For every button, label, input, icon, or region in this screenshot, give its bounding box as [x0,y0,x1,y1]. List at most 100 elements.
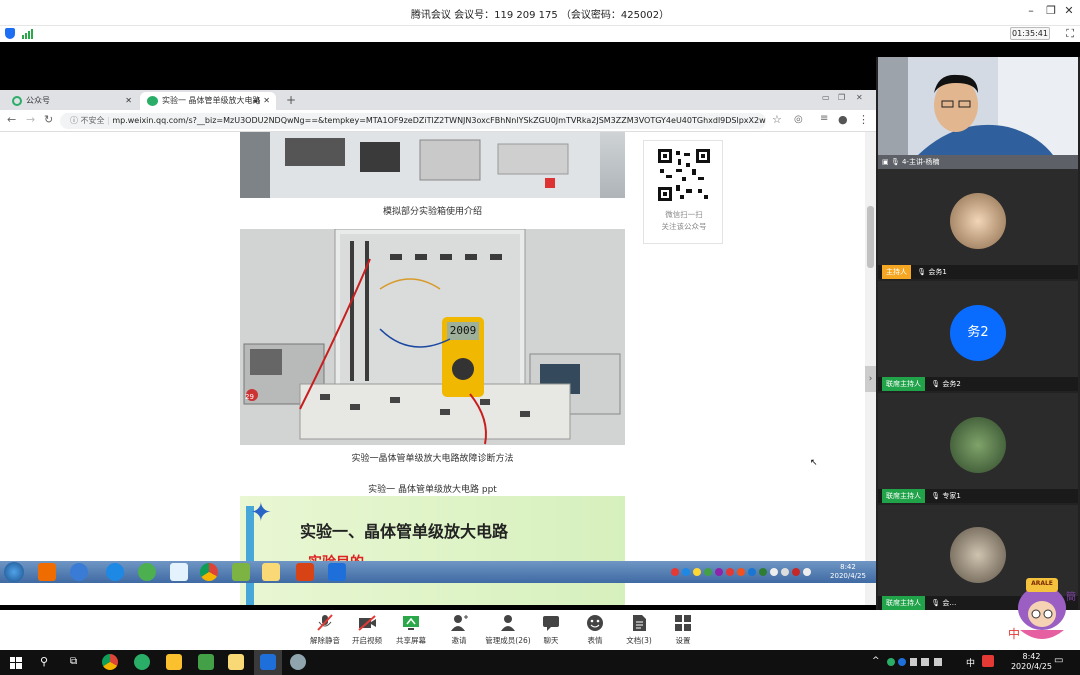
tab-close-icon[interactable]: ✕ [263,92,270,110]
qr-code[interactable] [658,149,710,201]
scrollbar-thumb[interactable] [867,206,874,268]
active-app-highlight[interactable] [254,650,282,675]
meeting-info-bar: 01:35:41 ⛶ [0,26,1080,42]
browser-icon[interactable] [138,563,156,581]
cohost-badge: 联席主持人 [882,596,925,610]
document-icon [629,614,649,632]
app-icon[interactable] [38,563,56,581]
restore-icon[interactable]: ❐ [1042,4,1060,17]
tab-gongzhonghao[interactable]: 公众号 ✕ [4,92,138,110]
side-arrow-icon[interactable]: › [865,366,876,392]
participant-name: 联席主持人 🎙︎ 专家1 [878,489,1078,503]
task-view-icon[interactable]: ⧉ [70,656,77,667]
participant-tile[interactable]: 务2 联席主持人 🎙︎ 会务2 [878,281,1078,391]
reading-list-icon[interactable]: ≡ [820,113,828,124]
avatar [950,417,1006,473]
system-clock[interactable]: 8:42 2020/4/25 [1011,652,1052,672]
search-icon[interactable]: ⚲ [40,655,48,668]
close-icon[interactable]: ✕ [856,93,863,102]
star-icon[interactable]: ☆ [772,113,782,126]
close-icon[interactable]: ✕ [1060,4,1078,17]
shield-icon[interactable] [5,28,15,39]
invite-button[interactable]: 邀请 [434,614,484,646]
chrome-icon[interactable] [200,563,218,581]
url-field[interactable]: ⓘ 不安全 | mp.weixin.qq.com/s?__biz=MzU3ODU… [60,113,766,129]
mouse-cursor-icon: ↖ [810,458,818,468]
app-icon[interactable] [70,563,88,581]
tab-strip: 公众号 ✕ 实验一 晶体管单级放大电路 ◂) ✕ + ▭ ❐ ✕ [0,90,876,110]
share-screen-button[interactable]: 共享屏幕 [386,614,436,646]
ppt-slide-image: ✦ 实验一、晶体管单级放大电路 实验目的 [240,496,625,605]
app-icon[interactable] [166,654,182,670]
powerpoint-icon[interactable] [296,563,314,581]
profile-icon[interactable]: ● [838,113,848,126]
tool-label: 聊天 [543,636,559,645]
url-text: mp.weixin.qq.com/s?__biz=MzU3ODU2NDQwNg=… [112,116,766,125]
participant-label: 4-主讲-杨楠 [901,158,940,166]
info-icon[interactable]: ⓘ [70,116,81,125]
tool-label: 文档(3) [626,636,652,645]
minimize-icon[interactable]: – [1022,4,1040,17]
meeting-app-icon[interactable] [328,563,346,581]
settings-button[interactable]: 设置 [658,614,708,646]
ie-icon[interactable] [106,563,124,581]
tool-label: 邀请 [451,636,467,645]
new-tab-icon[interactable]: + [286,93,296,107]
folder-icon[interactable] [262,563,280,581]
participant-tile[interactable]: 联席主持人 🎙︎ 专家1 [878,393,1078,503]
cohost-badge: 联席主持人 [882,377,925,391]
qr-card: 微信扫一扫 关注该公众号 [643,140,723,244]
tool-label: 设置 [675,636,691,645]
tray-chevron-icon[interactable]: ^ [872,656,880,666]
participant-name: ▣ 🎙︎ 4-主讲-杨楠 [878,155,1078,169]
clock-time: 8:42 [1022,652,1041,661]
restore-icon[interactable]: ❐ [838,93,845,102]
windows-start-icon[interactable] [10,657,22,669]
shared-taskbar: 8:42 2020/4/25 [0,561,876,583]
participant-video[interactable]: ▣ 🎙︎ 4-主讲-杨楠 [878,57,1078,169]
player-icon[interactable] [232,563,250,581]
tray-icons[interactable] [886,656,966,668]
mic-muted-icon [315,614,335,632]
folder-icon[interactable] [228,654,244,670]
participant-tile[interactable]: 主持人 🎙︎ 会务1 [878,169,1078,279]
tab-close-icon[interactable]: ✕ [125,92,132,110]
start-video-button[interactable]: 开启视频 [342,614,392,646]
audio-icon[interactable]: ◂) [253,92,260,110]
tray-icons[interactable] [670,566,820,578]
video-off-icon [357,614,377,632]
chat-button[interactable]: 聊天 [526,614,576,646]
participant-name: 联席主持人 🎙︎ 会务2 [878,377,1078,391]
fullscreen-icon[interactable]: ⛶ [1066,27,1074,41]
shared-clock: 8:42 2020/4/25 [826,563,870,581]
qr-caption-1: 微信扫一扫 [665,210,703,219]
signal-icon[interactable] [22,29,34,39]
reload-icon[interactable]: ↻ [44,113,53,126]
extension-icon[interactable]: ◎ [794,114,803,125]
tool-label: 管理成员(26) [485,636,531,645]
back-icon[interactable]: ← [7,113,16,126]
minimize-icon[interactable]: ▭ [822,93,830,102]
start-orb-icon[interactable] [4,562,24,582]
shared-screen: 公众号 ✕ 实验一 晶体管单级放大电路 ◂) ✕ + ▭ ❐ ✕ ← → ↻ ⓘ… [0,42,876,605]
documents-button[interactable]: 文档(3) [614,614,664,646]
app-icon[interactable] [170,563,188,581]
wechat-icon [147,96,158,106]
invite-icon [449,614,469,632]
player-icon[interactable] [198,654,214,670]
ime-indicator[interactable]: 中 [966,656,975,669]
share-screen-icon [401,614,421,632]
meeting-app-icon [260,654,276,670]
tab-label: 实验一 晶体管单级放大电路 [162,96,261,105]
tab-experiment[interactable]: 实验一 晶体管单级放大电路 ◂) ✕ [140,92,276,110]
menu-icon[interactable]: ⋮ [858,113,869,126]
chrome-icon[interactable] [102,654,118,670]
browser-window: 公众号 ✕ 实验一 晶体管单级放大电路 ◂) ✕ + ▭ ❐ ✕ ← → ↻ ⓘ… [0,90,876,605]
notification-icon[interactable]: ▭ [1054,655,1063,666]
tool-label: 解除静音 [310,636,340,645]
input-method-icon[interactable] [982,655,994,667]
forward-icon[interactable]: → [26,113,35,126]
emoji-button[interactable]: 表情 [570,614,620,646]
wechat-icon[interactable] [134,654,150,670]
app-icon[interactable] [290,654,306,670]
